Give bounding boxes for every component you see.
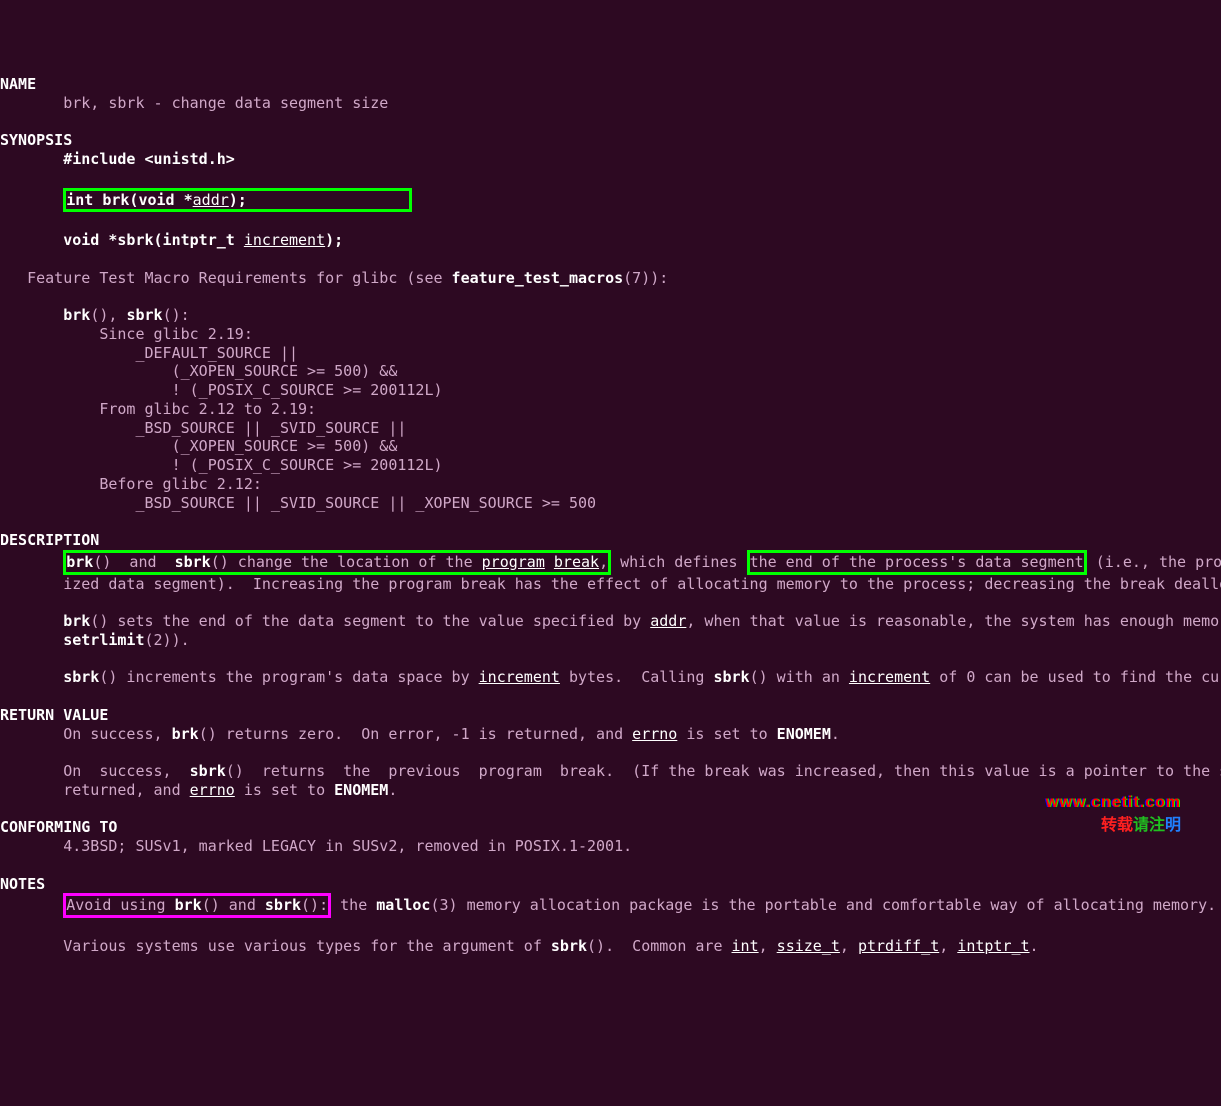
highlight-box-desc2: the end of the process's data segment [747, 550, 1087, 575]
name-line: brk, sbrk - change data segment size [0, 94, 388, 112]
section-description-header: DESCRIPTION [0, 531, 99, 549]
watermark-text: 转载请注明 [1101, 816, 1181, 836]
section-synopsis-header: SYNOPSIS [0, 131, 72, 149]
section-name-header: NAME [0, 75, 36, 93]
manpage: NAME brk, sbrk - change data segment siz… [0, 75, 1221, 956]
section-notes-header: NOTES [0, 875, 45, 893]
section-conforming-header: CONFORMING TO [0, 818, 117, 836]
watermark-url: www.cnetit.com [1046, 793, 1181, 813]
section-return-value-header: RETURN VALUE [0, 706, 108, 724]
highlight-box-brk-signature: int brk(void *addr); [63, 188, 412, 213]
highlight-box-desc1: brk() and sbrk() change the location of … [63, 550, 611, 575]
include-line: #include <unistd.h> [63, 150, 235, 168]
highlight-box-avoid: Avoid using brk() and sbrk(): [63, 893, 331, 918]
